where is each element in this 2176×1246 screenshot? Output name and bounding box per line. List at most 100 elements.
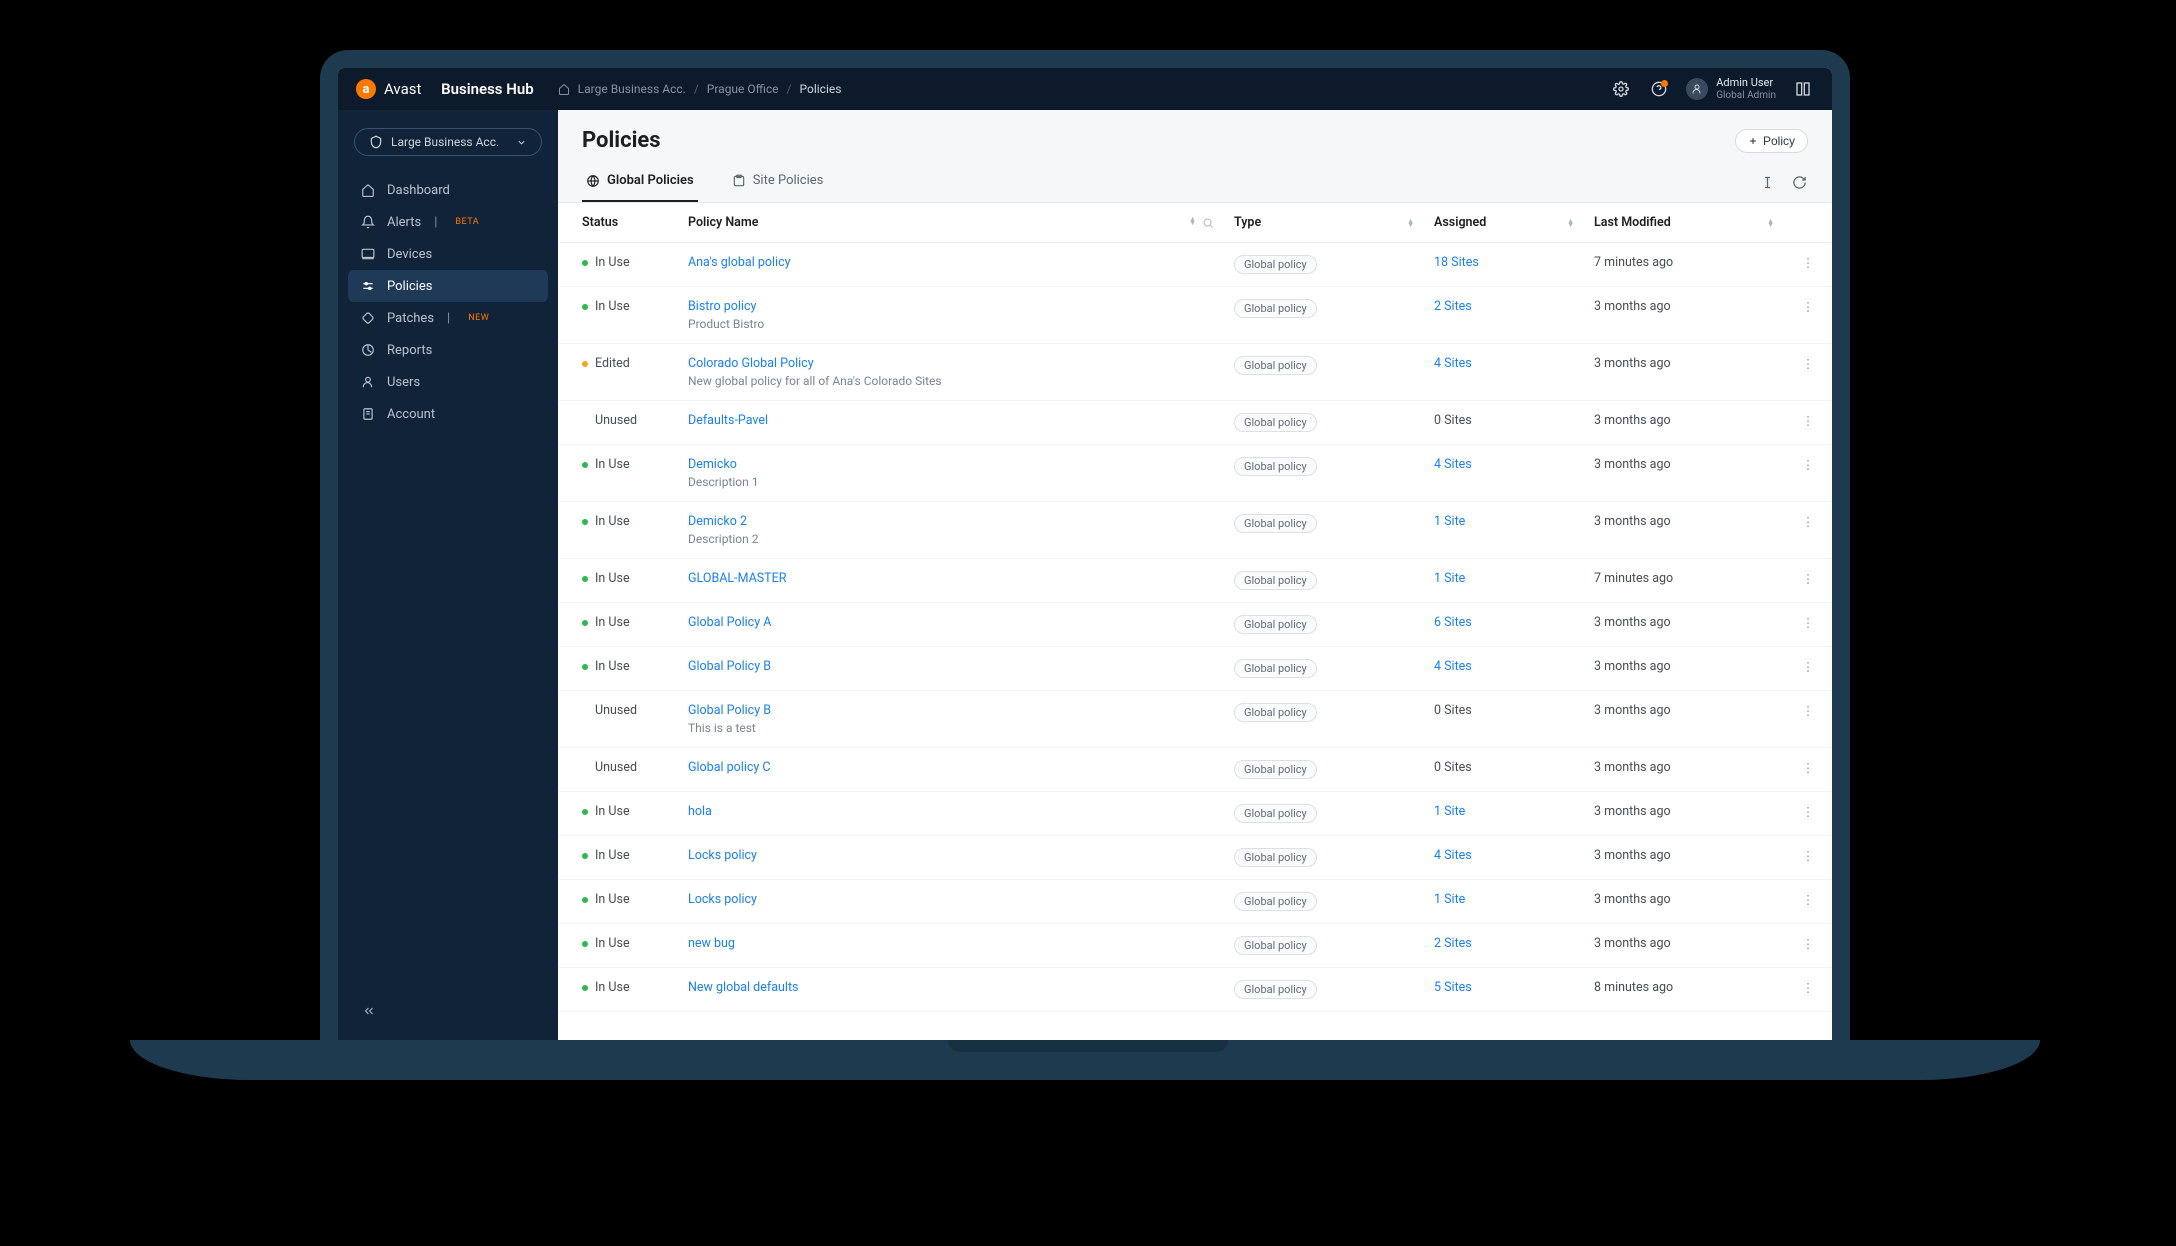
sidebar-item-policies[interactable]: Policies [348,270,548,302]
row-menu-button[interactable]: ⋮ [1784,748,1832,792]
sort-icon[interactable]: ▲▼ [1407,219,1414,227]
rename-icon[interactable] [1758,174,1776,192]
assigned-link[interactable]: 5 Sites [1434,980,1472,995]
row-menu-button[interactable]: ⋮ [1784,968,1832,1012]
add-policy-button[interactable]: Policy [1735,129,1808,153]
modified-text: 3 months ago [1594,804,1671,819]
assigned-link[interactable]: 1 Site [1434,514,1465,529]
col-assigned[interactable]: Assigned [1434,215,1486,230]
row-menu-button[interactable]: ⋮ [1784,502,1832,559]
assigned-link[interactable]: 4 Sites [1434,848,1472,863]
row-menu-button[interactable]: ⋮ [1784,792,1832,836]
policy-name-link[interactable]: Bistro policy [688,299,756,314]
assigned-link[interactable]: 1 Site [1434,571,1465,586]
row-menu-button[interactable]: ⋮ [1784,836,1832,880]
help-icon[interactable] [1648,78,1670,100]
row-menu-button[interactable]: ⋮ [1784,603,1832,647]
refresh-icon[interactable] [1790,174,1808,192]
policy-name-link[interactable]: Demicko 2 [688,514,747,529]
laptop-frame: a Avast Business Hub Large Business Acc.… [320,50,1850,1040]
sort-icon[interactable]: ▲▼ [1567,219,1574,227]
policy-name-link[interactable]: Defaults-Pavel [688,413,768,428]
row-menu-button[interactable]: ⋮ [1784,287,1832,344]
settings-icon[interactable] [1610,78,1632,100]
sidebar: Large Business Acc. DashboardAlerts|BETA… [338,110,558,1040]
row-menu-button[interactable]: ⋮ [1784,924,1832,968]
row-menu-button[interactable]: ⋮ [1784,880,1832,924]
apps-icon[interactable] [1792,78,1814,100]
status-dot-icon [582,576,588,582]
breadcrumb-mid[interactable]: Prague Office [707,82,779,96]
assigned-link[interactable]: 4 Sites [1434,457,1472,472]
sort-icon[interactable]: ▲▼ [1189,217,1196,229]
assigned-link[interactable]: 1 Site [1434,892,1465,907]
row-menu-button[interactable]: ⋮ [1784,559,1832,603]
assigned-link[interactable]: 6 Sites [1434,615,1472,630]
brand-name-bold: Business Hub [441,80,534,98]
sort-icon[interactable]: ▲▼ [1767,219,1774,227]
row-menu-button[interactable]: ⋮ [1784,691,1832,748]
policy-name-link[interactable]: Demicko [688,457,737,472]
policy-name-link[interactable]: Locks policy [688,892,757,907]
sidebar-item-account[interactable]: Account [348,398,548,430]
sidebar-item-alerts[interactable]: Alerts|BETA [348,206,548,238]
assigned-link[interactable]: 2 Sites [1434,299,1472,314]
sidebar-item-label: Policies [387,279,432,294]
org-switcher[interactable]: Large Business Acc. [354,128,542,156]
sidebar-item-reports[interactable]: Reports [348,334,548,366]
policy-name-link[interactable]: Colorado Global Policy [688,356,814,371]
policy-name-link[interactable]: Locks policy [688,848,757,863]
row-menu-button[interactable]: ⋮ [1784,401,1832,445]
sidebar-item-patches[interactable]: Patches|NEW [348,302,548,334]
tab-icon [586,174,600,188]
policy-name-link[interactable]: Global policy C [688,760,771,775]
col-name[interactable]: Policy Name [688,215,758,230]
chart-icon [360,342,376,358]
row-menu-button[interactable]: ⋮ [1784,647,1832,691]
assigned-link[interactable]: 4 Sites [1434,356,1472,371]
tab-global-policies[interactable]: Global Policies [582,163,698,202]
policy-name-link[interactable]: New global defaults [688,980,798,995]
policy-name-link[interactable]: Global Policy B [688,659,771,674]
assigned-link[interactable]: 18 Sites [1434,255,1479,270]
tab-site-policies[interactable]: Site Policies [728,163,828,202]
status-text: In Use [595,936,630,951]
table-row: In UseLocks policyGlobal policy1 Site3 m… [558,880,1832,924]
modified-text: 3 months ago [1594,457,1671,472]
user-menu[interactable]: Admin User Global Admin [1686,77,1776,101]
patch-icon [360,310,376,326]
row-menu-button[interactable]: ⋮ [1784,344,1832,401]
status-dot-icon [582,853,588,859]
modified-text: 3 months ago [1594,299,1671,314]
policy-name-link[interactable]: Ana's global policy [688,255,791,270]
breadcrumb-home[interactable]: Large Business Acc. [578,82,686,96]
col-type[interactable]: Type [1234,215,1261,230]
policy-name-link[interactable]: Global Policy A [688,615,771,630]
search-icon[interactable] [1202,217,1214,229]
sidebar-item-dashboard[interactable]: Dashboard [348,174,548,206]
row-menu-button[interactable]: ⋮ [1784,243,1832,287]
assigned-link[interactable]: 1 Site [1434,804,1465,819]
assigned-link: 0 Sites [1434,703,1472,718]
type-chip: Global policy [1234,892,1317,911]
policy-name-link[interactable]: hola [688,804,712,819]
type-chip: Global policy [1234,980,1317,999]
sidebar-item-users[interactable]: Users [348,366,548,398]
sidebar-item-label: Devices [387,247,432,262]
assigned-link[interactable]: 2 Sites [1434,936,1472,951]
policy-name-link[interactable]: Global Policy B [688,703,771,718]
type-chip: Global policy [1234,413,1317,432]
row-menu-button[interactable]: ⋮ [1784,445,1832,502]
col-modified[interactable]: Last Modified [1594,215,1671,230]
policy-name-link[interactable]: new bug [688,936,735,951]
sidebar-item-devices[interactable]: Devices [348,238,548,270]
beta-badge: BETA [450,215,484,229]
policy-name-link[interactable]: GLOBAL-MASTER [688,571,786,586]
col-status[interactable]: Status [582,215,618,230]
sidebar-collapse-button[interactable] [358,1000,380,1022]
table-row: In UseBistro policyProduct BistroGlobal … [558,287,1832,344]
new-badge: NEW [463,311,494,325]
status-dot-icon [582,418,588,424]
status-dot-icon [582,260,588,266]
assigned-link[interactable]: 4 Sites [1434,659,1472,674]
